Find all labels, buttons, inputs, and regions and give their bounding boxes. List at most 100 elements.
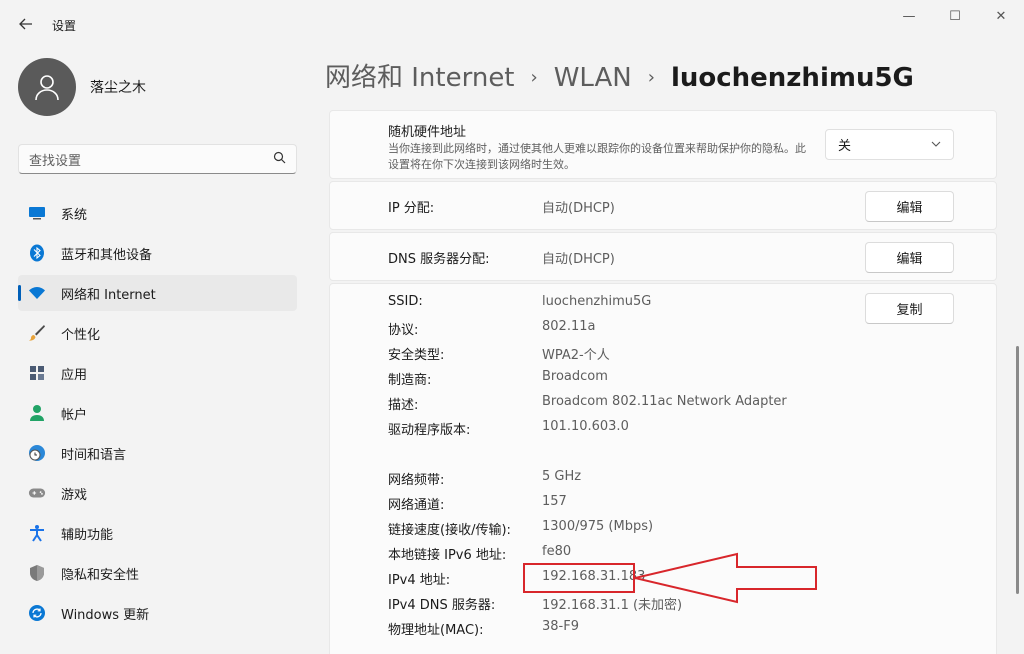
minimize-button[interactable]: — bbox=[886, 0, 932, 32]
ip-assignment-value: 自动(DHCP) bbox=[542, 201, 615, 216]
prop-label: 安全类型: bbox=[388, 348, 445, 363]
prop-label: 制造商: bbox=[388, 373, 432, 388]
shield-icon bbox=[28, 564, 46, 582]
gamepad-icon bbox=[28, 484, 46, 502]
display-icon bbox=[28, 204, 46, 222]
sidebar-item-label: 应用 bbox=[61, 367, 88, 383]
apps-icon bbox=[28, 364, 46, 382]
prop-label: 链接速度(接收/传输): bbox=[388, 523, 511, 538]
dns-assignment-label: DNS 服务器分配: bbox=[388, 252, 490, 267]
wifi-icon bbox=[28, 284, 46, 302]
app-title: 设置 bbox=[52, 19, 77, 33]
sidebar-item-time-language[interactable]: 时间和语言 bbox=[18, 435, 297, 471]
chevron-right-icon: › bbox=[530, 67, 538, 88]
page-title: luochenzhimu5G bbox=[670, 63, 914, 93]
random-mac-title: 随机硬件地址 bbox=[388, 125, 467, 140]
ipv4-highlight-box bbox=[523, 563, 635, 593]
copy-button[interactable]: 复制 bbox=[865, 293, 954, 324]
user-icon bbox=[35, 75, 59, 101]
sidebar-item-label: 辅助功能 bbox=[61, 527, 114, 543]
random-mac-dropdown[interactable]: 关 bbox=[825, 129, 954, 160]
back-button[interactable] bbox=[12, 12, 40, 36]
accessibility-icon bbox=[28, 524, 46, 542]
sidebar-item-gaming[interactable]: 游戏 bbox=[18, 475, 297, 511]
breadcrumb: 网络和 Internet › WLAN › luochenzhimu5G bbox=[325, 57, 914, 94]
scrollbar-thumb[interactable] bbox=[1016, 346, 1019, 594]
dns-assignment-value: 自动(DHCP) bbox=[542, 252, 615, 267]
sidebar-item-bluetooth[interactable]: 蓝牙和其他设备 bbox=[18, 235, 297, 271]
prop-value: 38-F9 bbox=[542, 619, 579, 634]
title-bar: 设置 — ☐ ✕ bbox=[0, 0, 1024, 48]
prop-label: 驱动程序版本: bbox=[388, 423, 471, 438]
sidebar-item-accounts[interactable]: 帐户 bbox=[18, 395, 297, 431]
chevron-down-icon bbox=[931, 139, 941, 150]
breadcrumb-wlan[interactable]: WLAN bbox=[554, 63, 632, 93]
annotation-arrow-icon bbox=[634, 552, 817, 604]
sidebar-item-label: 蓝牙和其他设备 bbox=[61, 247, 153, 263]
sidebar-item-label: 帐户 bbox=[61, 407, 88, 423]
ip-assignment-card: IP 分配: 自动(DHCP) 编辑 bbox=[329, 181, 997, 230]
chevron-right-icon: › bbox=[647, 67, 655, 88]
sidebar-item-label: 隐私和安全性 bbox=[61, 567, 140, 583]
avatar bbox=[18, 58, 76, 116]
window-controls: — ☐ ✕ bbox=[886, 0, 1024, 32]
random-mac-card: 随机硬件地址 当你连接到此网络时，通过使其他人更难以跟踪你的设备位置来帮助保护你… bbox=[329, 110, 997, 179]
search-placeholder: 查找设置 bbox=[29, 153, 82, 169]
account-icon bbox=[28, 404, 46, 422]
minimize-icon: — bbox=[902, 8, 916, 24]
bluetooth-icon bbox=[28, 244, 46, 262]
edit-ip-button[interactable]: 编辑 bbox=[865, 191, 954, 222]
close-button[interactable]: ✕ bbox=[978, 0, 1024, 32]
prop-value: 101.10.603.0 bbox=[542, 419, 629, 434]
prop-value: Broadcom bbox=[542, 369, 608, 384]
sidebar-item-network[interactable]: 网络和 Internet bbox=[18, 275, 297, 311]
sidebar-item-windows-update[interactable]: Windows 更新 bbox=[18, 595, 297, 631]
sidebar-item-personalization[interactable]: 个性化 bbox=[18, 315, 297, 351]
prop-label: SSID: bbox=[388, 294, 423, 309]
prop-value: 5 GHz bbox=[542, 469, 582, 484]
prop-label: IPv4 地址: bbox=[388, 573, 451, 588]
prop-label: 协议: bbox=[388, 323, 419, 338]
sidebar-item-privacy[interactable]: 隐私和安全性 bbox=[18, 555, 297, 591]
search-icon bbox=[273, 151, 286, 168]
sidebar: 落尘之木 查找设置 系统 蓝牙和其他设备 网络和 Internet 个性化 应用 bbox=[0, 48, 310, 654]
prop-value: Broadcom 802.11ac Network Adapter bbox=[542, 394, 787, 409]
prop-label: 本地链接 IPv6 地址: bbox=[388, 548, 507, 563]
random-mac-description: 当你连接到此网络时，通过使其他人更难以跟踪你的设备位置来帮助保护你的隐私。此设置… bbox=[388, 142, 806, 171]
sidebar-item-label: 时间和语言 bbox=[61, 447, 127, 463]
prop-label: 网络频带: bbox=[388, 473, 445, 488]
back-arrow-icon bbox=[19, 18, 32, 30]
prop-value: fe80 bbox=[542, 544, 572, 559]
user-profile[interactable]: 落尘之木 bbox=[18, 58, 146, 116]
prop-value: 1300/975 (Mbps) bbox=[542, 519, 654, 534]
prop-label: 描述: bbox=[388, 398, 419, 413]
search-input[interactable]: 查找设置 bbox=[18, 144, 297, 174]
update-icon bbox=[28, 604, 46, 622]
maximize-icon: ☐ bbox=[949, 8, 961, 24]
close-icon: ✕ bbox=[995, 8, 1007, 24]
brush-icon bbox=[28, 324, 46, 342]
breadcrumb-network[interactable]: 网络和 Internet bbox=[325, 57, 515, 94]
edit-dns-button[interactable]: 编辑 bbox=[865, 242, 954, 273]
maximize-button[interactable]: ☐ bbox=[932, 0, 978, 32]
prop-label: 网络通道: bbox=[388, 498, 445, 513]
sidebar-nav: 系统 蓝牙和其他设备 网络和 Internet 个性化 应用 帐户 时间和语言 bbox=[18, 195, 297, 635]
sidebar-item-system[interactable]: 系统 bbox=[18, 195, 297, 231]
ip-assignment-label: IP 分配: bbox=[388, 201, 435, 216]
prop-value: luochenzhimu5G bbox=[542, 294, 652, 309]
dns-assignment-card: DNS 服务器分配: 自动(DHCP) 编辑 bbox=[329, 232, 997, 281]
globe-clock-icon bbox=[28, 444, 46, 462]
sidebar-item-label: Windows 更新 bbox=[61, 607, 150, 623]
sidebar-item-label: 游戏 bbox=[61, 487, 88, 503]
random-mac-value: 关 bbox=[838, 139, 852, 154]
prop-label: IPv4 DNS 服务器: bbox=[388, 598, 496, 613]
sidebar-item-label: 系统 bbox=[61, 207, 88, 223]
sidebar-item-label: 个性化 bbox=[61, 327, 101, 343]
sidebar-item-label: 网络和 Internet bbox=[61, 287, 156, 303]
prop-label: 物理地址(MAC): bbox=[388, 623, 484, 638]
user-name: 落尘之木 bbox=[90, 80, 146, 96]
prop-value: 157 bbox=[542, 494, 567, 509]
sidebar-item-apps[interactable]: 应用 bbox=[18, 355, 297, 391]
sidebar-item-accessibility[interactable]: 辅助功能 bbox=[18, 515, 297, 551]
prop-value: 802.11a bbox=[542, 319, 596, 334]
